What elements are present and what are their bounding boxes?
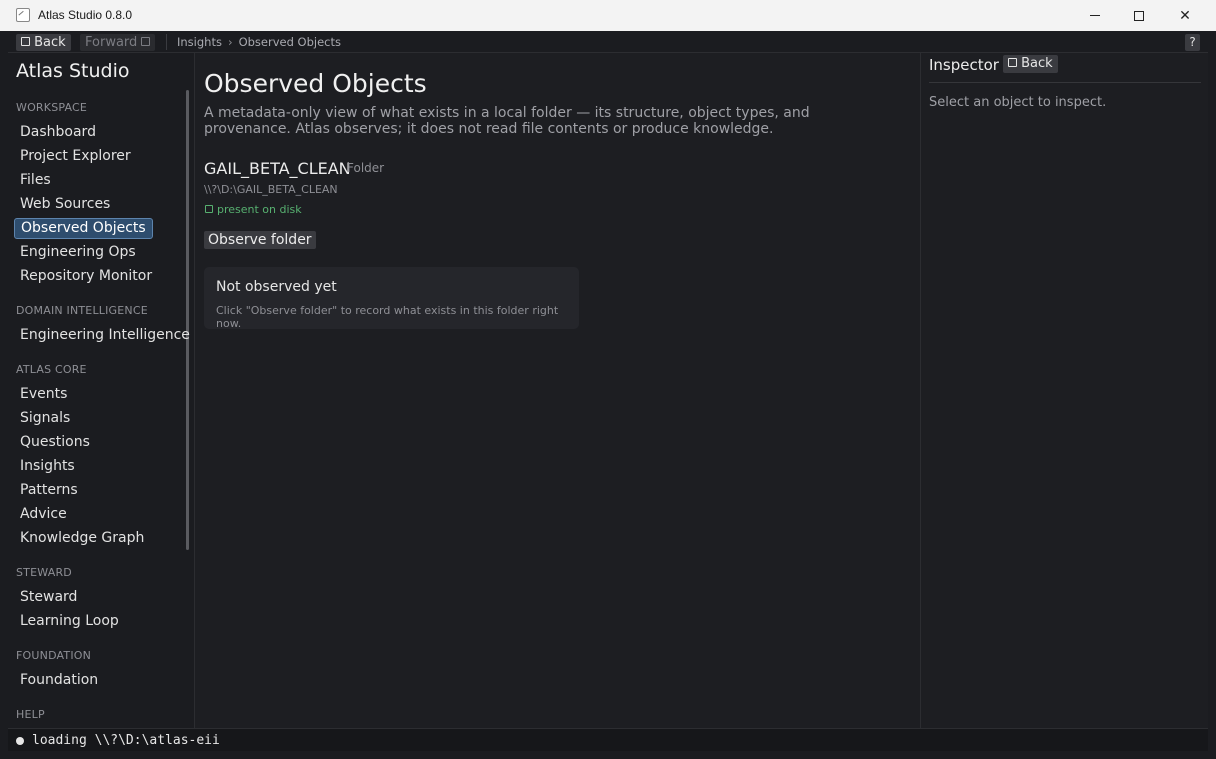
sidebar-item-project-explorer[interactable]: Project Explorer: [14, 146, 137, 167]
observation-status-card: Not observed yet Click "Observe folder" …: [204, 267, 579, 330]
sidebar-item-patterns[interactable]: Patterns: [14, 480, 84, 501]
sidebar-item-questions[interactable]: Questions: [14, 432, 96, 453]
inspector-panel: Inspector Back Select an object to inspe…: [920, 53, 1208, 728]
section-label-steward: STEWARD: [16, 566, 72, 579]
folder-name: GAIL_BETA_CLEAN: [204, 159, 351, 178]
forward-icon: [141, 37, 151, 46]
sidebar-item-advice[interactable]: Advice: [14, 504, 73, 525]
folder-path: \\?\D:\GAIL_BETA_CLEAN: [204, 183, 338, 196]
sidebar-item-repository-monitor[interactable]: Repository Monitor: [14, 266, 158, 287]
back-button-label: Back: [34, 35, 66, 50]
inspector-divider: [929, 82, 1201, 83]
section-label-help: HELP: [16, 708, 45, 721]
inspector-back-label: Back: [1021, 56, 1053, 71]
sidebar-item-engineering-ops[interactable]: Engineering Ops: [14, 242, 142, 263]
sidebar-item-signals[interactable]: Signals: [14, 408, 76, 429]
close-button[interactable]: ✕: [1162, 0, 1208, 31]
sidebar-scrollbar[interactable]: [186, 90, 189, 550]
help-button[interactable]: ?: [1185, 34, 1200, 51]
section-label-atlas-core: ATLAS CORE: [16, 363, 87, 376]
section-label-workspace: WORKSPACE: [16, 101, 88, 114]
top-toolbar: Back Forward Insights › Observed Objects ?: [8, 31, 1208, 53]
inspector-empty-text: Select an object to inspect.: [929, 95, 1107, 110]
status-indicator-icon: [205, 205, 213, 213]
sidebar-item-dashboard[interactable]: Dashboard: [14, 122, 102, 143]
sidebar-item-foundation[interactable]: Foundation: [14, 670, 104, 691]
folder-status: present on disk: [205, 203, 302, 216]
sidebar-item-engineering-intelligence[interactable]: Engineering Intelligence: [14, 325, 194, 346]
inspector-back-button[interactable]: Back: [1003, 55, 1058, 73]
breadcrumb-item-insights[interactable]: Insights: [177, 35, 222, 49]
folder-type-badge: Folder: [347, 161, 385, 175]
folder-status-label: present on disk: [217, 203, 302, 216]
forward-button[interactable]: Forward: [80, 34, 156, 51]
observe-folder-button[interactable]: Observe folder: [204, 231, 316, 249]
maximize-icon: [1134, 10, 1144, 21]
sidebar-item-web-sources[interactable]: Web Sources: [14, 194, 116, 215]
status-text: loading \\?\D:\atlas-eii: [32, 733, 220, 748]
card-title: Not observed yet: [216, 279, 337, 295]
back-icon: [21, 37, 30, 46]
minimize-icon: [1090, 15, 1100, 16]
main-content: Observed Objects A metadata-only view of…: [196, 53, 920, 728]
sidebar-item-insights[interactable]: Insights: [14, 456, 81, 477]
close-icon: ✕: [1179, 7, 1191, 24]
app-frame: Back Forward Insights › Observed Objects ?…: [8, 31, 1208, 751]
back-button[interactable]: Back: [16, 34, 71, 51]
breadcrumb-item-observed-objects: Observed Objects: [238, 35, 342, 49]
breadcrumb: Insights › Observed Objects: [177, 35, 341, 49]
inspector-title: Inspector: [929, 56, 999, 74]
inspector-back-icon: [1008, 58, 1017, 67]
minimize-button[interactable]: [1072, 0, 1118, 31]
app-icon: [16, 8, 30, 22]
forward-button-label: Forward: [85, 35, 138, 50]
toolbar-divider: [166, 34, 167, 50]
window-titlebar: Atlas Studio 0.8.0 ✕: [0, 0, 1216, 31]
section-label-foundation: FOUNDATION: [16, 649, 92, 662]
page-title: Observed Objects: [204, 69, 427, 98]
section-label-domain-intelligence: DOMAIN INTELLIGENCE: [16, 304, 148, 317]
page-description: A metadata-only view of what exists in a…: [204, 105, 810, 137]
status-bar: loading \\?\D:\atlas-eii: [8, 728, 1208, 751]
sidebar-item-observed-objects[interactable]: Observed Objects: [14, 218, 153, 239]
sidebar-item-files[interactable]: Files: [14, 170, 57, 191]
status-dot-icon: [16, 737, 24, 745]
maximize-button[interactable]: [1116, 0, 1162, 31]
sidebar-item-events[interactable]: Events: [14, 384, 73, 405]
window-title: Atlas Studio 0.8.0: [38, 8, 133, 22]
card-body: Click "Observe folder" to record what ex…: [216, 304, 559, 330]
sidebar-item-knowledge-graph[interactable]: Knowledge Graph: [14, 528, 150, 549]
sidebar-item-steward[interactable]: Steward: [14, 587, 83, 608]
sidebar-item-learning-loop[interactable]: Learning Loop: [14, 611, 125, 632]
app-brand: Atlas Studio: [16, 60, 130, 82]
sidebar: Atlas Studio WORKSPACE Dashboard Project…: [8, 53, 195, 728]
breadcrumb-chevron-icon: ›: [227, 35, 233, 49]
